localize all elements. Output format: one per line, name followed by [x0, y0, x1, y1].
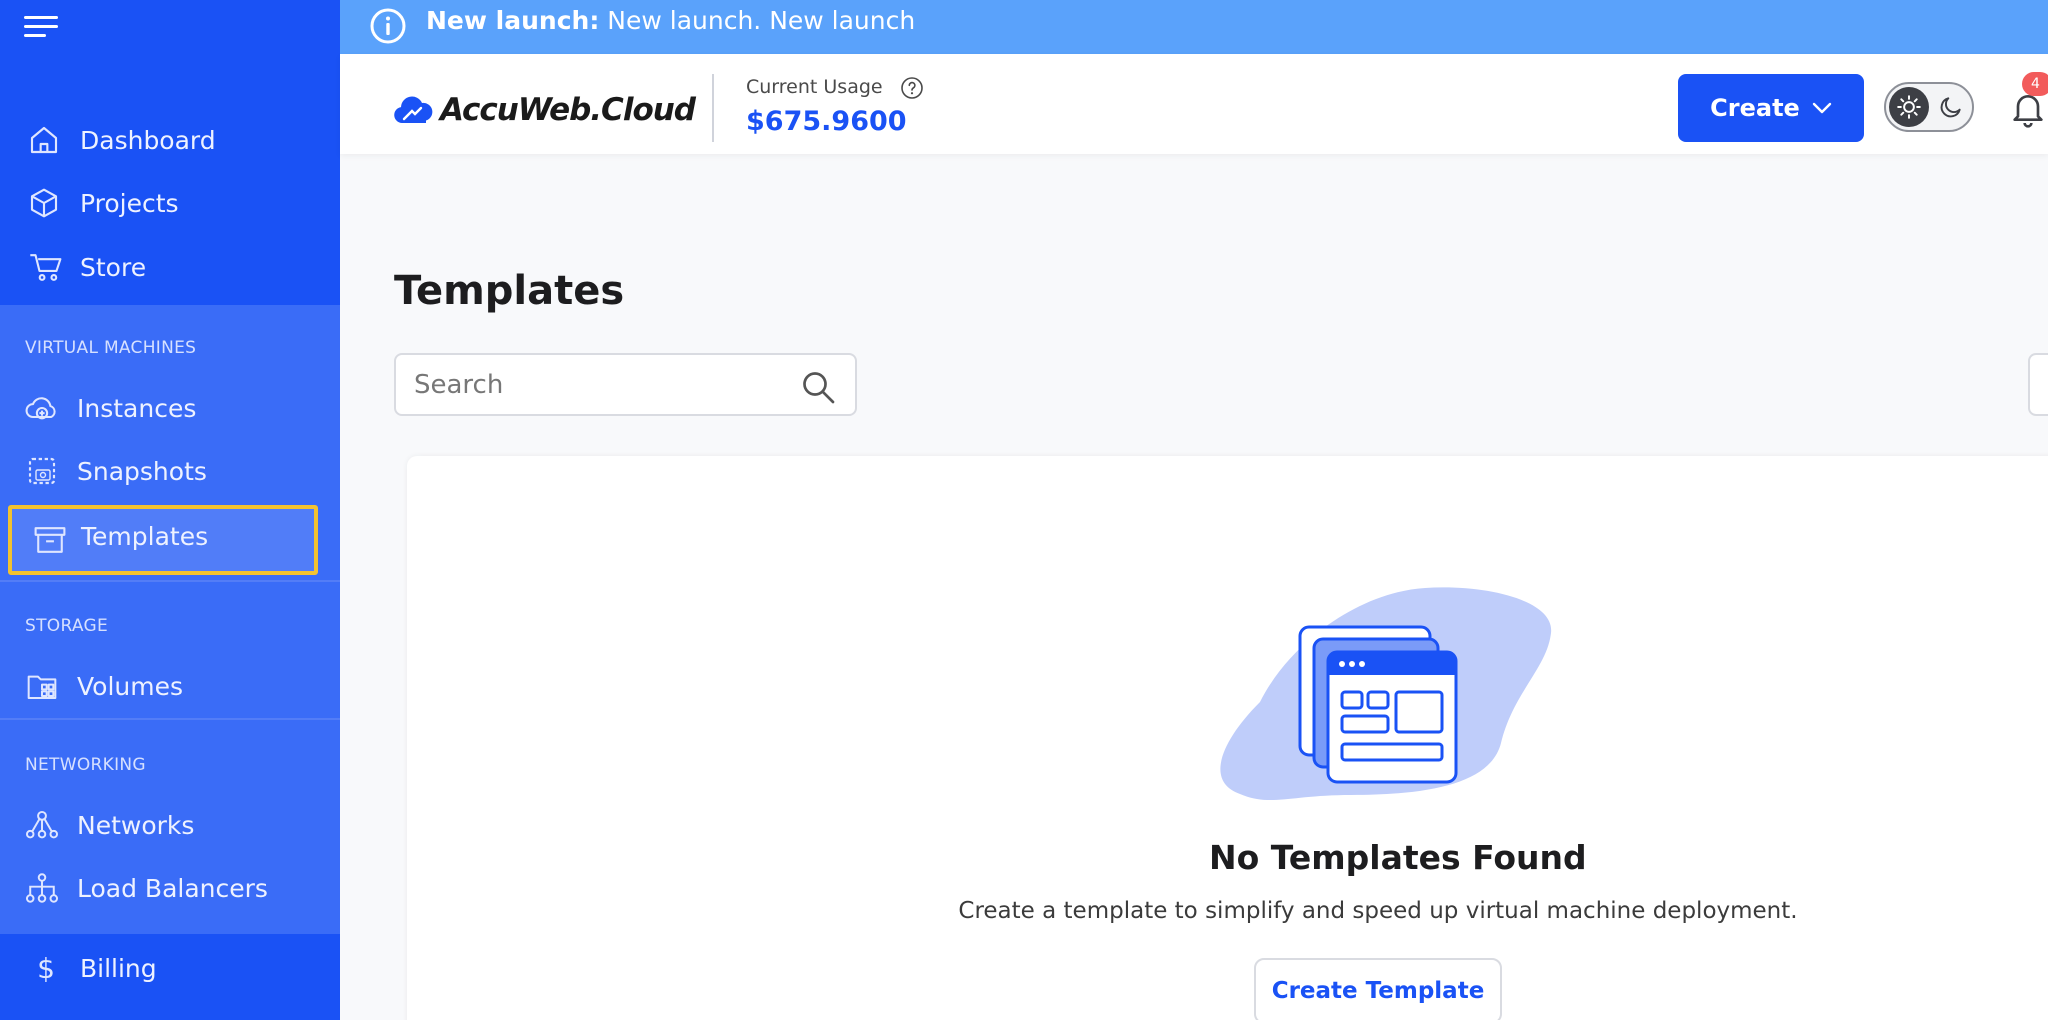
cube-icon — [24, 183, 64, 223]
section-title: NETWORKING — [25, 755, 146, 775]
dollar-icon: $ — [37, 951, 55, 985]
sidebar-item-snapshots[interactable]: Snapshots — [0, 441, 340, 501]
top-header: AccuWeb.Cloud Current Usage $675.9600 Cr… — [340, 54, 2048, 154]
chevron-down-icon — [1812, 102, 1832, 114]
empty-state-title: No Templates Found — [1209, 838, 1587, 877]
menu-toggle-icon[interactable] — [24, 14, 58, 40]
sun-icon — [1889, 87, 1929, 127]
banner-text: New launch. New launch — [599, 6, 916, 35]
empty-state-description: Create a template to simplify and speed … — [958, 898, 1798, 924]
sidebar-item-load-balancers[interactable]: Load Balancers — [0, 858, 340, 918]
sidebar-item-store[interactable]: Store — [0, 237, 340, 297]
app-root: Dashboard Projects Store VIRTUAL MACHINE… — [0, 0, 2048, 1020]
sidebar-item-label: Billing — [80, 954, 157, 983]
banner-label: New launch: — [426, 6, 600, 35]
filter-control[interactable] — [2028, 353, 2048, 416]
sidebar-item-label: Templates — [81, 522, 209, 551]
sidebar-item-label: Load Balancers — [77, 874, 268, 903]
theme-toggle[interactable] — [1884, 82, 1974, 132]
sidebar-item-label: Dashboard — [80, 126, 216, 155]
sidebar-item-volumes[interactable]: Volumes — [0, 656, 340, 716]
network-icon — [22, 805, 62, 845]
sidebar-item-label: Volumes — [77, 672, 184, 701]
create-button[interactable]: Create — [1678, 74, 1864, 142]
sidebar: Dashboard Projects Store VIRTUAL MACHINE… — [0, 0, 340, 1020]
logo-text: AccuWeb.Cloud — [440, 92, 696, 128]
create-template-button[interactable]: Create Template — [1254, 958, 1502, 1020]
sidebar-item-networks[interactable]: Networks — [0, 795, 340, 855]
search-input[interactable] — [414, 367, 774, 403]
cloud-plus-icon — [22, 388, 62, 428]
moon-icon — [1940, 97, 1961, 118]
create-button-label: Create — [1710, 94, 1800, 122]
sidebar-item-dashboard[interactable]: Dashboard — [0, 110, 340, 170]
sidebar-item-templates[interactable]: Templates — [8, 505, 318, 575]
sidebar-item-projects[interactable]: Projects — [0, 173, 340, 233]
search-box — [394, 353, 857, 416]
sidebar-item-label: Store — [80, 253, 147, 282]
home-icon — [24, 120, 64, 160]
announcement-banner: New launch: New launch. New launch — [340, 0, 2048, 54]
page-title: Templates — [394, 268, 625, 314]
sidebar-item-label: Projects — [80, 189, 179, 218]
notification-badge: 4 — [2022, 72, 2048, 96]
section-title: STORAGE — [25, 616, 109, 636]
sidebar-item-billing[interactable]: $ Billing — [0, 938, 340, 998]
cart-icon — [26, 247, 66, 287]
usage-label: Current Usage — [746, 76, 883, 98]
sitemap-icon — [22, 868, 62, 908]
section-title: VIRTUAL MACHINES — [25, 338, 197, 358]
search-icon[interactable] — [800, 369, 836, 405]
camera-icon — [22, 451, 62, 491]
sidebar-item-label: Networks — [77, 811, 195, 840]
sidebar-item-label: Instances — [77, 394, 197, 423]
sidebar-item-instances[interactable]: Instances — [0, 378, 340, 438]
info-icon — [370, 8, 406, 44]
brand-logo[interactable]: AccuWeb.Cloud — [392, 88, 696, 132]
banner-message: New launch: New launch. New launch — [426, 6, 915, 35]
cloud-logo-icon — [394, 96, 433, 123]
help-circle-icon[interactable] — [900, 76, 924, 100]
header-divider — [712, 74, 714, 142]
archive-box-icon — [30, 520, 70, 560]
folder-grid-icon — [22, 666, 62, 706]
empty-state-illustration-icon — [1220, 587, 1552, 800]
sidebar-item-label: Snapshots — [77, 457, 207, 486]
usage-value: $675.9600 — [746, 106, 907, 137]
